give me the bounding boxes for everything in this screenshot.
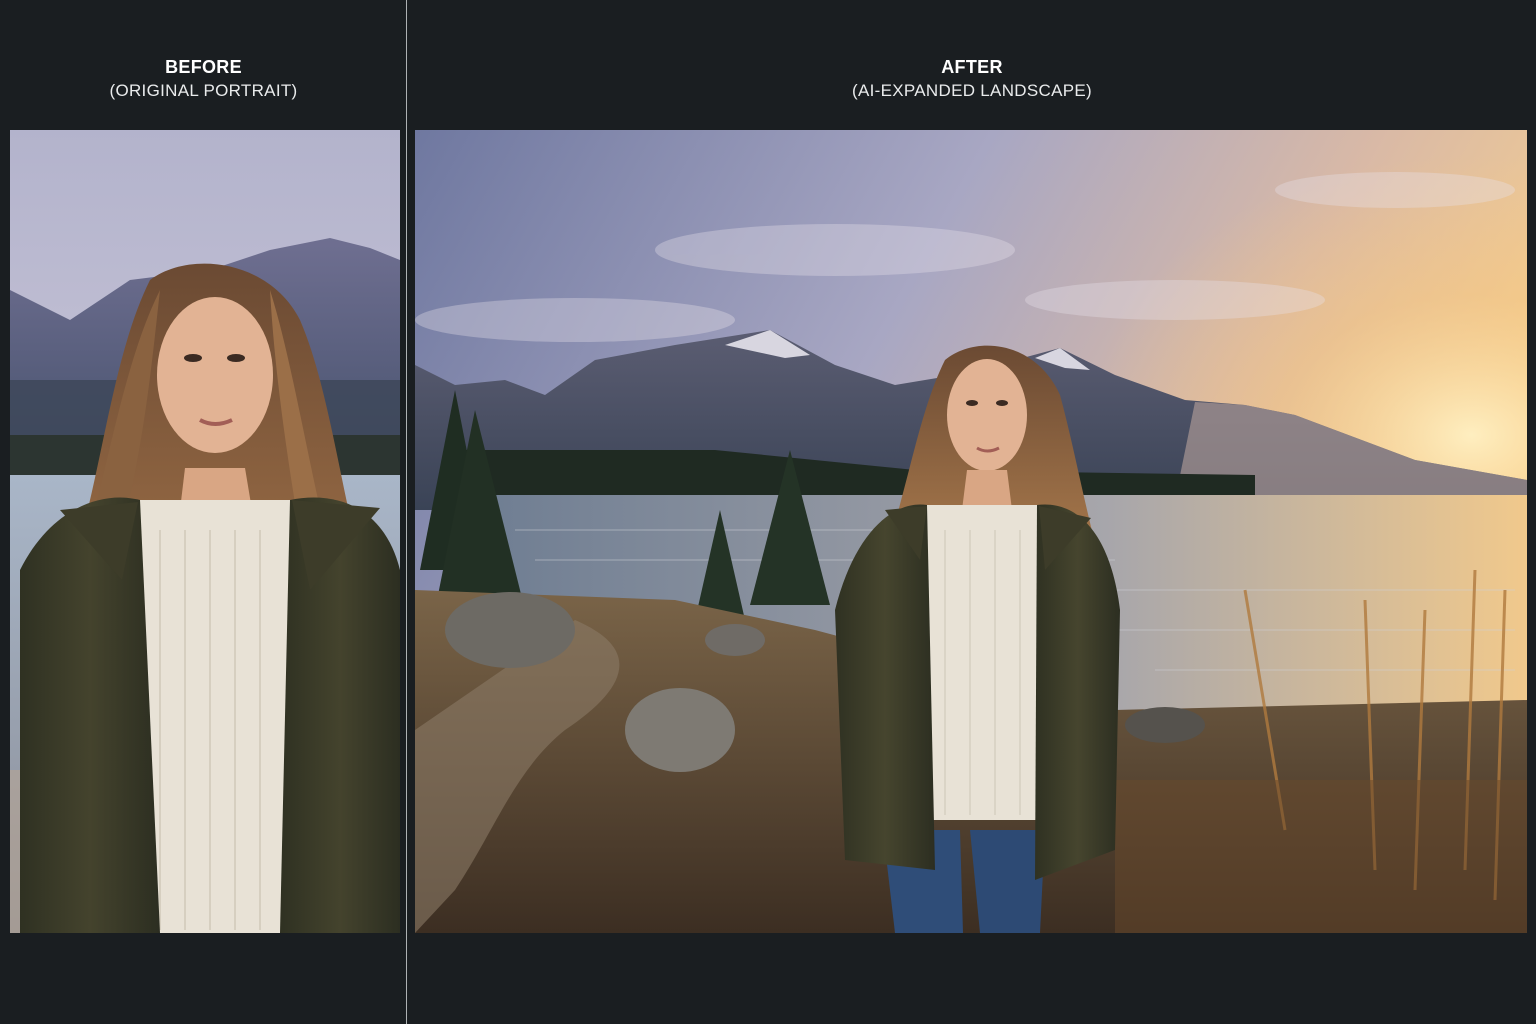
before-subtitle: (ORIGINAL PORTRAIT) [109, 81, 298, 100]
original-portrait-photo [10, 130, 400, 933]
panel-divider [406, 0, 407, 1024]
before-caption: BEFORE (ORIGINAL PORTRAIT) [0, 56, 407, 104]
expanded-landscape-photo [415, 130, 1527, 933]
after-caption: AFTER (AI-EXPANDED LANDSCAPE) [408, 56, 1536, 104]
after-panel: AFTER (AI-EXPANDED LANDSCAPE) [408, 0, 1536, 1024]
after-title: AFTER [941, 57, 1003, 77]
after-subtitle: (AI-EXPANDED LANDSCAPE) [852, 81, 1092, 100]
before-title: BEFORE [165, 57, 242, 77]
before-panel: BEFORE (ORIGINAL PORTRAIT) [0, 0, 407, 1024]
